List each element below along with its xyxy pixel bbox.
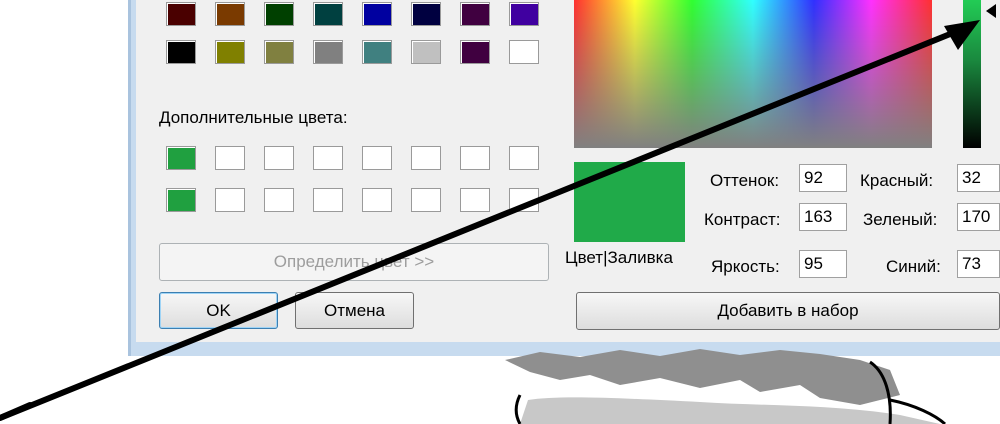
annotation-arrow-tail (0, 402, 33, 421)
sketch-body-fill (520, 397, 940, 424)
sketch-outline-left (514, 394, 522, 424)
sketch-gray-fill (505, 349, 900, 405)
annotation-arrow-head-icon (944, 20, 980, 50)
background-sketch (0, 20, 980, 424)
